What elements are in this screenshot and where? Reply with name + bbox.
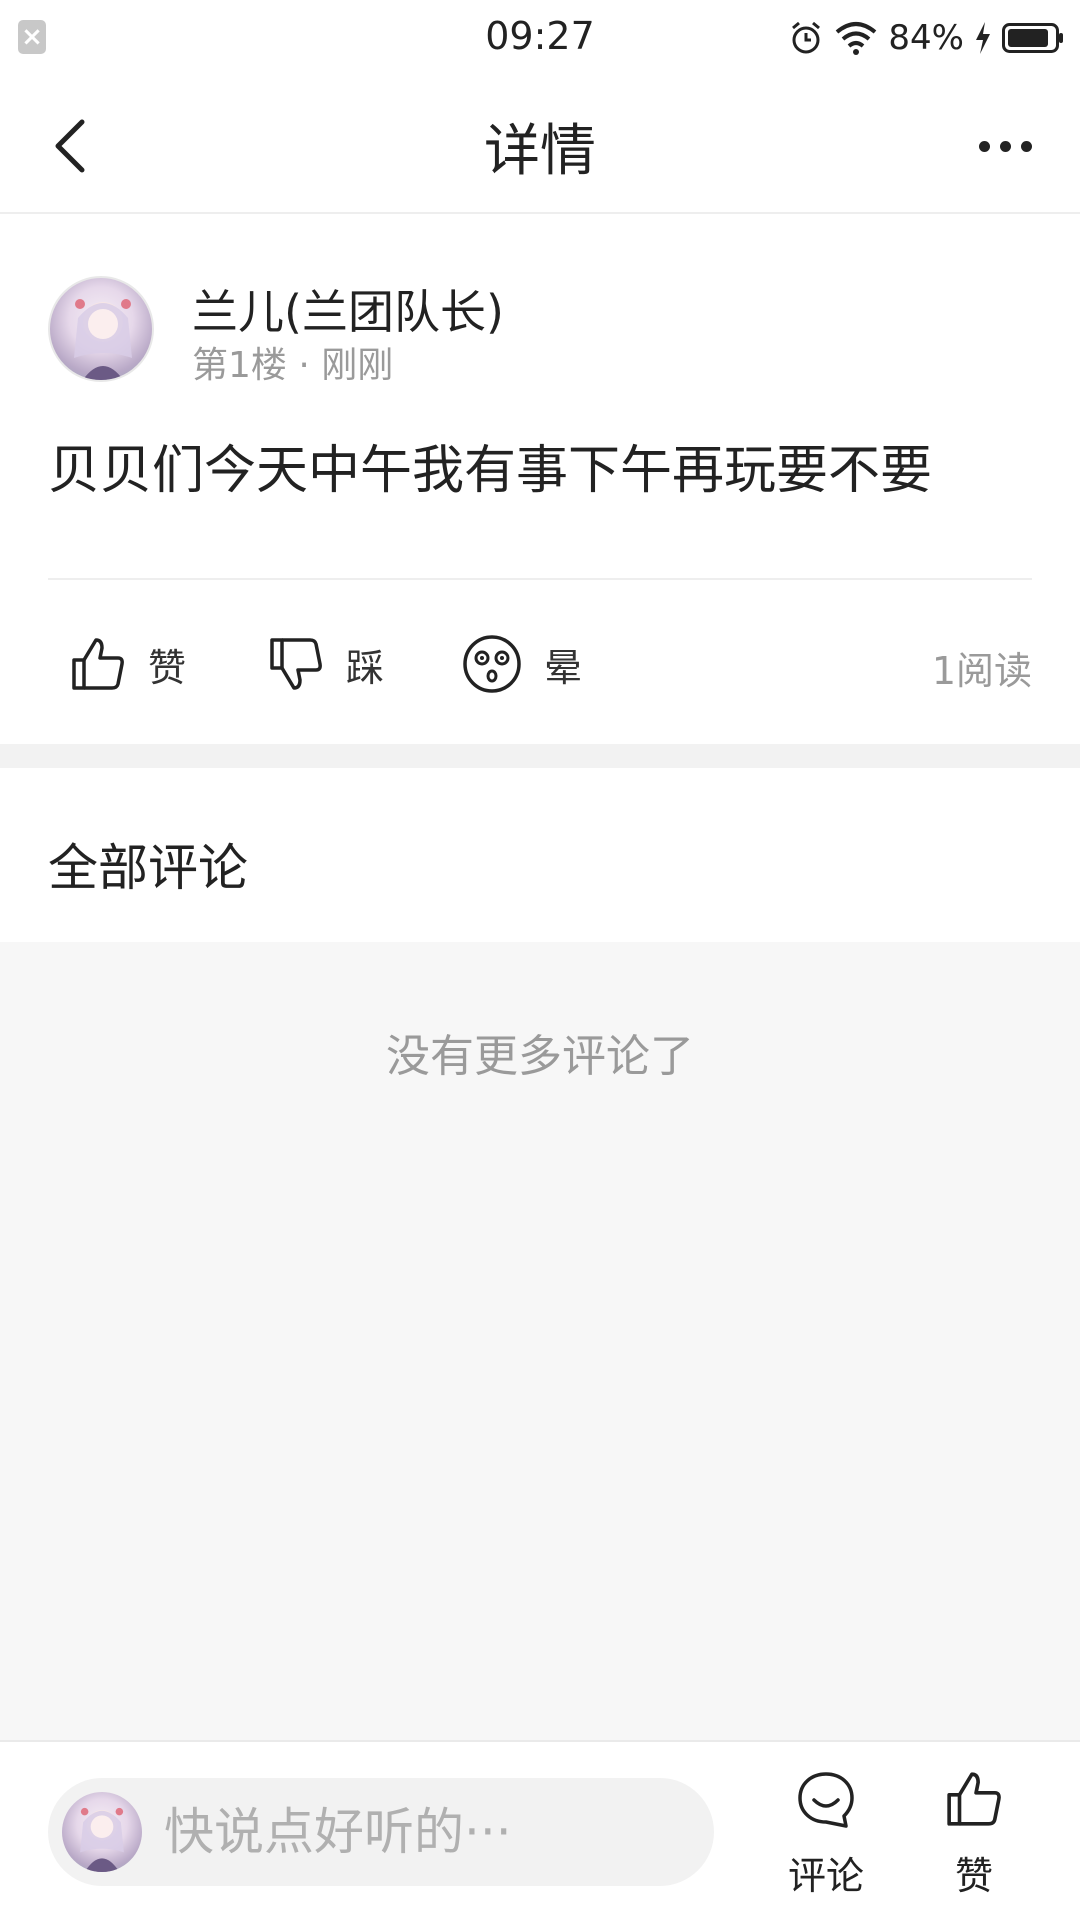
avatar[interactable] [48,276,154,382]
battery-percent: 84% [888,18,964,58]
alarm-icon [792,21,821,54]
status-right: 84% [788,14,1064,62]
read-count: 1阅读 [931,649,1032,693]
thumbs-up-icon [947,1772,1001,1826]
charging-icon [976,22,990,54]
reaction-bar: 赞 踩 晕 1阅读 [0,580,1080,744]
battery-icon [1002,23,1063,53]
post-content: 贝贝们今天中午我有事下午再玩要不要 [48,441,933,501]
thumbs-down-icon [270,638,322,690]
page-title: 详情 [484,119,596,184]
wifi-icon [836,22,877,55]
bottom-bar: 评论 赞 [0,1740,1080,1920]
more-icon-dot [999,140,1011,152]
like-bottom-button[interactable]: 赞 [914,1770,1034,1900]
comments-title: 全部评论 [48,839,248,897]
dizzy-label: 晕 [544,645,583,690]
status-bar: × 09:27 84% [0,0,1080,76]
comment-icon [798,1772,854,1828]
nav-header: 详情 [0,76,1080,214]
avatar-image [74,299,132,380]
section-separator [0,744,1080,768]
comment-input[interactable] [162,1778,692,1886]
dizzy-button[interactable]: 晕 [462,632,582,696]
dislike-label: 踩 [346,645,385,690]
comment-input-pill[interactable] [48,1778,714,1886]
like-label: 赞 [148,645,187,690]
comment-button-label: 评论 [787,1854,864,1898]
post-meta: 第1楼 · 刚刚 [192,345,394,386]
dizzy-face-icon [463,635,521,693]
comment-button[interactable]: 评论 [766,1770,886,1900]
like-button[interactable]: 赞 [70,632,186,696]
comments-list: 没有更多评论了 [0,942,1080,1740]
comments-header: 全部评论 [0,768,1080,942]
thumbs-up-icon [72,638,124,690]
empty-comments-text: 没有更多评论了 [386,1031,694,1082]
more-icon-dot [1020,140,1032,152]
like-bottom-label: 赞 [954,1854,993,1898]
avatar-image [80,1807,124,1872]
dislike-button[interactable]: 踩 [268,632,384,696]
avatar [62,1792,142,1872]
more-icon [978,140,990,152]
more-button[interactable] [960,106,1050,186]
author-name[interactable]: 兰儿(兰团队长) [192,276,504,342]
post-card: 兰儿(兰团队长) 第1楼 · 刚刚 贝贝们今天中午我有事下午再玩要不要 赞 踩 [0,216,1080,744]
